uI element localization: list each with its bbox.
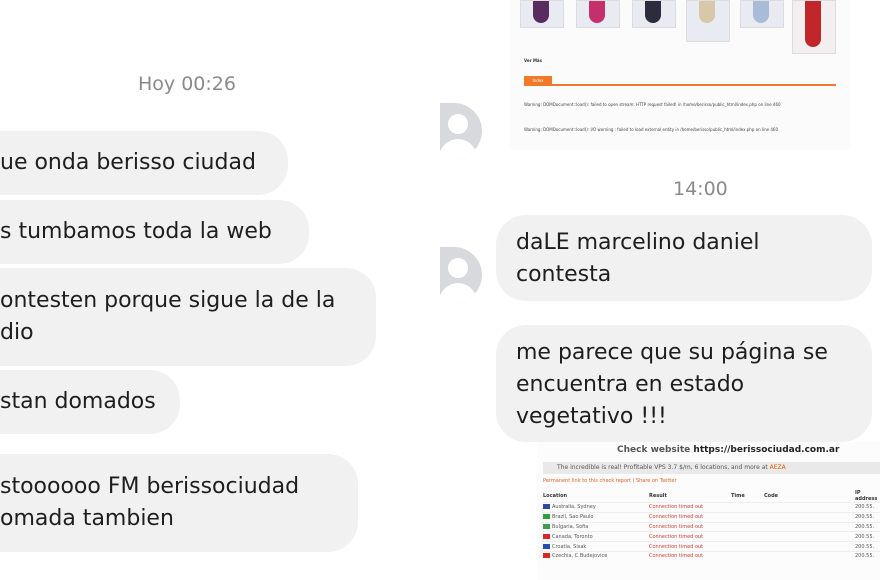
php-warning-text: Warning: DOMDocument::load(): failed to … — [524, 102, 781, 107]
message-text: stan domados — [0, 389, 156, 414]
result-cell: Connection timed out — [649, 511, 731, 523]
flag-icon — [543, 543, 550, 549]
location-cell: Croatia, Sisak — [552, 543, 587, 550]
flag-icon — [543, 523, 550, 529]
table-row: Czechia, C.Budejovice Connection timed o… — [543, 550, 880, 561]
thumbnail-image — [632, 0, 676, 28]
share-link: Share on Twitter — [635, 478, 677, 484]
thumbnail-image — [740, 0, 784, 28]
message-text: encuentra en estado — [516, 372, 745, 397]
orange-divider — [524, 84, 836, 86]
ip-cell: 200.55. — [855, 550, 880, 561]
permanent-link: Permanent link to this check report — [543, 478, 632, 484]
location-cell: Brazil, Sao Paulo — [552, 514, 594, 521]
thumbnail-image — [686, 0, 730, 42]
message-text: dio — [0, 320, 34, 345]
result-cell: Connection timed out — [649, 531, 731, 542]
message-timestamp: 14:00 — [673, 178, 728, 200]
location-cell: Australia, Sydney — [552, 504, 596, 511]
message-text: stoooooo FM berissociudad — [0, 474, 300, 499]
check-website-title: Check website https://berissociudad.com.… — [617, 445, 839, 455]
message-bubble[interactable]: stan domados — [0, 370, 180, 434]
contact-avatar-icon[interactable] — [440, 103, 482, 159]
message-bubble[interactable]: me parece que su página se encuentra en … — [496, 325, 872, 442]
ip-cell: 200.55. — [855, 511, 880, 523]
location-cell: Canada, Toronto — [552, 533, 593, 540]
website-screenshot-image[interactable]: Ver Más Index Warning: DOMDocument::load… — [510, 0, 850, 150]
message-text: ontesten porque sigue la de la — [0, 288, 336, 313]
banner-text: The incredible is real! Profitable VPS 3… — [557, 464, 768, 471]
column-header: Result — [649, 493, 667, 499]
message-text: s tumbamos toda la web — [0, 219, 272, 244]
ip-cell: 200.55. — [855, 531, 880, 542]
ip-cell: 200.55. — [855, 502, 880, 513]
result-cell: Connection timed out — [649, 502, 731, 513]
message-text: daLE marcelino daniel — [516, 230, 760, 255]
column-header: IP address — [855, 490, 878, 502]
message-bubble[interactable]: stoooooo FM berissociudad omada tambien — [0, 454, 358, 552]
check-title-prefix: Check website — [617, 445, 691, 455]
message-text: me parece que su página se — [516, 340, 828, 365]
flag-icon — [543, 504, 550, 510]
result-cell: Connection timed out — [649, 521, 731, 532]
table-row: Brazil, Sao Paulo Connection timed out 2… — [543, 511, 880, 523]
results-table: Location Result Time Code IP address Aus… — [543, 490, 880, 561]
table-row: Canada, Toronto Connection timed out 200… — [543, 531, 880, 542]
table-header-row: Location Result Time Code IP address — [543, 490, 880, 503]
thumbnail-image — [576, 0, 620, 28]
message-text: vegetativo !!! — [516, 404, 667, 429]
right-chat-panel: Ver Más Index Warning: DOMDocument::load… — [430, 0, 880, 580]
result-cell: Connection timed out — [649, 541, 731, 552]
message-text: ue onda berisso ciudad — [0, 150, 256, 175]
ver-mas-link: Ver Más — [524, 58, 543, 63]
location-cell: Czechia, C.Budejovice — [552, 553, 608, 560]
checked-url: https://berissociudad.com.ar — [693, 445, 840, 455]
table-row: Bulgaria, Sofia Connection timed out 200… — [543, 521, 880, 532]
ip-cell: 200.55. — [855, 521, 880, 532]
message-text: omada tambien — [0, 506, 174, 531]
banner-link: AEZA — [769, 464, 786, 471]
report-links: Permanent link to this check report | Sh… — [543, 478, 677, 484]
message-bubble[interactable]: ontesten porque sigue la de la dio — [0, 268, 376, 366]
table-row: Australia, Sydney Connection timed out 2… — [543, 502, 880, 513]
php-warning-text: Warning: DOMDocument::load(): I/O warnin… — [524, 127, 779, 132]
thumbnail-image — [792, 0, 836, 54]
column-header: Location — [543, 493, 568, 499]
message-text: contesta — [516, 262, 612, 287]
result-cell: Connection timed out — [649, 550, 731, 561]
message-bubble[interactable]: s tumbamos toda la web — [0, 200, 309, 264]
column-header: Code — [764, 493, 779, 499]
check-website-screenshot-image[interactable]: Check website https://berissociudad.com.… — [537, 442, 880, 580]
flag-icon — [543, 514, 550, 520]
message-bubble[interactable]: ue onda berisso ciudad — [0, 131, 288, 195]
thumbnail-image — [520, 0, 564, 28]
flag-icon — [543, 553, 550, 559]
column-header: Time — [731, 493, 745, 499]
left-chat-panel: Hoy 00:26 ue onda berisso ciudad s tumba… — [0, 0, 430, 580]
location-cell: Bulgaria, Sofia — [552, 523, 589, 530]
message-bubble[interactable]: daLE marcelino daniel contesta — [496, 215, 872, 301]
flag-icon — [543, 533, 550, 539]
ip-cell: 200.55. — [855, 541, 880, 552]
table-row: Croatia, Sisak Connection timed out 200.… — [543, 541, 880, 552]
contact-avatar-icon[interactable] — [440, 247, 482, 303]
message-timestamp: Hoy 00:26 — [138, 73, 236, 95]
link-separator: | — [632, 478, 635, 484]
ad-banner: The incredible is real! Profitable VPS 3… — [543, 462, 880, 474]
